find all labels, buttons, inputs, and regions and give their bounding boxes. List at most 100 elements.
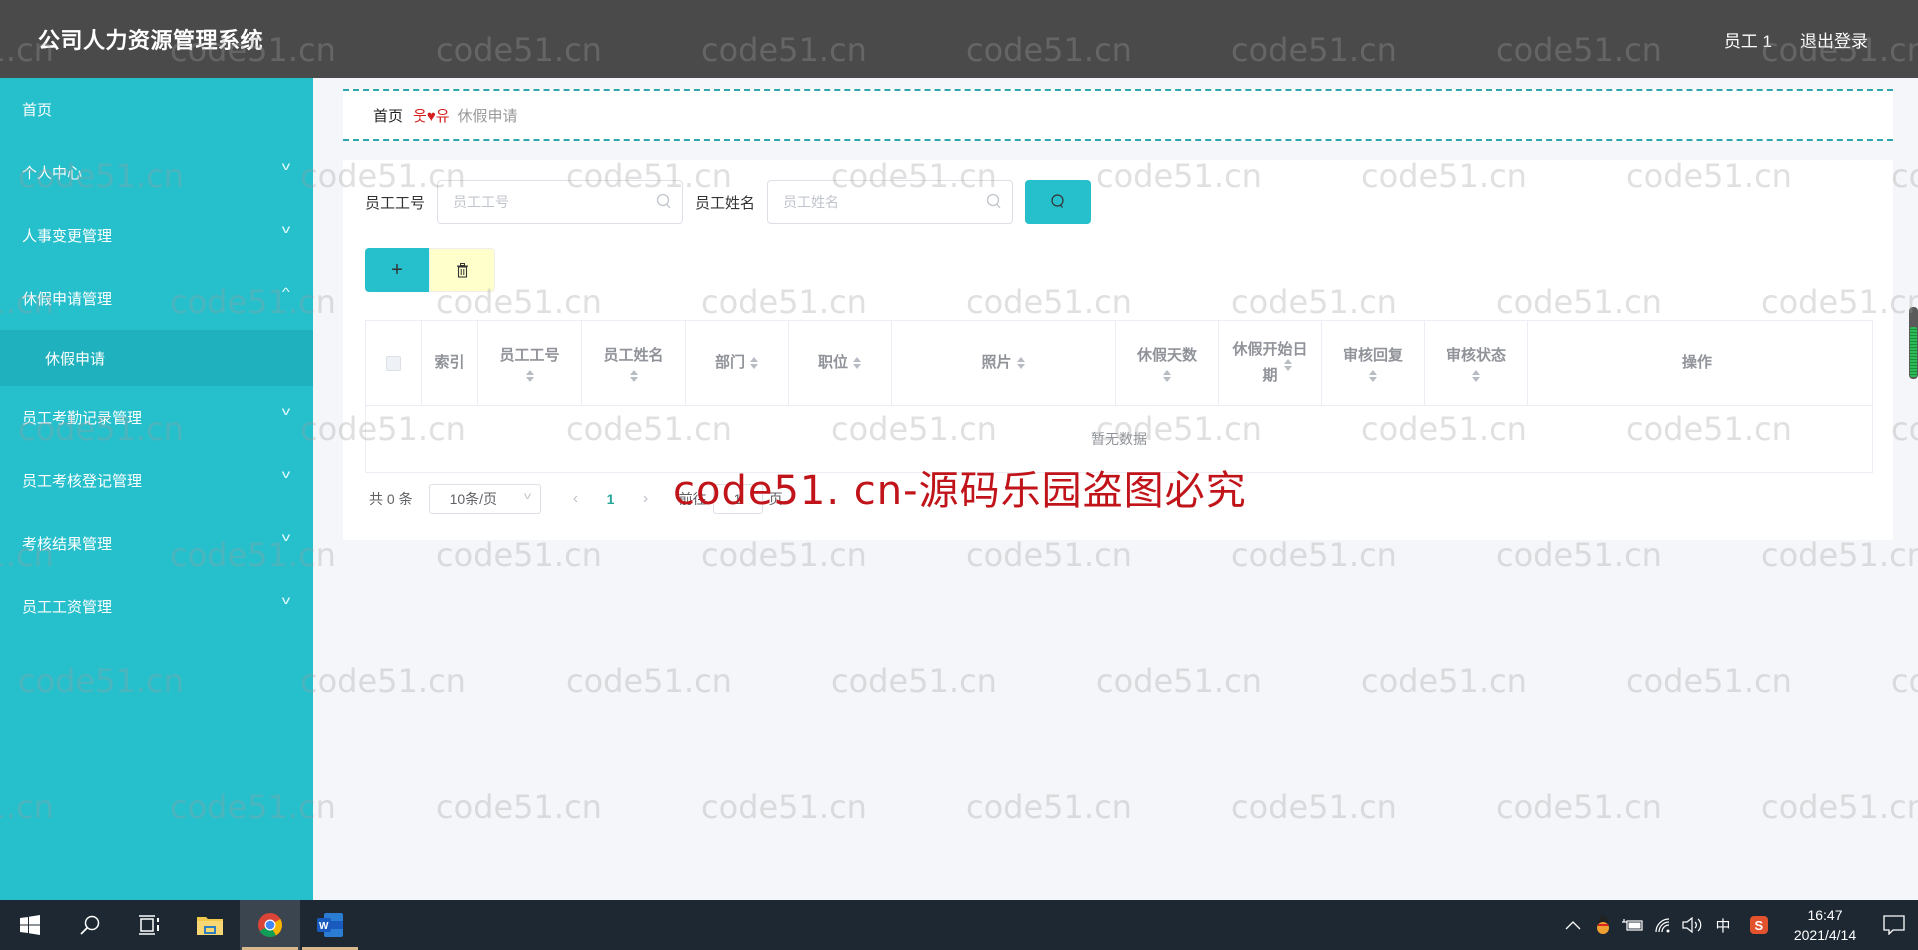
- qq-icon: [1597, 916, 1609, 934]
- search-icon: [656, 193, 671, 209]
- chevron-down-icon: v: [281, 404, 291, 418]
- svg-text:S: S: [1755, 918, 1764, 933]
- sidebar-item-salary[interactable]: 员工工资管理 v: [0, 575, 313, 638]
- page-number[interactable]: 1: [591, 491, 631, 507]
- search-icon: [80, 915, 100, 935]
- col-label: 职位: [817, 354, 848, 371]
- sidebar-item-label: 员工工资管理: [22, 599, 113, 616]
- sort-icon[interactable]: [629, 369, 639, 383]
- wifi-icon: [1655, 918, 1670, 933]
- delete-button[interactable]: [429, 248, 495, 292]
- plus-icon: +: [391, 258, 403, 281]
- search-button[interactable]: [1025, 180, 1092, 224]
- col-label: 审核回复: [1342, 347, 1403, 364]
- chevron-down-icon: v: [281, 530, 291, 544]
- clock-time: 16:47: [1807, 907, 1843, 923]
- ime-indicator[interactable]: 中: [1708, 900, 1738, 950]
- svg-text:W: W: [319, 921, 329, 932]
- sogou-tray-icon[interactable]: S: [1744, 900, 1774, 950]
- sidebar-item-leave-management[interactable]: 休假申请管理 ^: [0, 267, 313, 330]
- page-size-value: 10条/页: [449, 491, 498, 507]
- sidebar-subitem-label: 休假申请: [45, 350, 106, 368]
- file-explorer-button[interactable]: [180, 900, 240, 950]
- col-label: 索引: [434, 354, 465, 371]
- show-hidden-icons-button[interactable]: [1558, 900, 1588, 950]
- breadcrumb-home[interactable]: 首页: [373, 105, 403, 126]
- col-photo[interactable]: 照片: [892, 321, 1116, 405]
- sort-icon[interactable]: [1471, 369, 1481, 383]
- scroll-indicator[interactable]: [1909, 307, 1918, 379]
- action-center-button[interactable]: [1870, 900, 1918, 950]
- sort-icon[interactable]: [1162, 369, 1172, 383]
- sidebar-item-assessment-results[interactable]: 考核结果管理 v: [0, 512, 313, 575]
- col-label: 休假开始日期: [1232, 341, 1308, 384]
- col-label: 照片: [981, 354, 1012, 371]
- top-header: 公司人力资源管理系统 员工 1 退出登录: [0, 0, 1918, 78]
- col-leave-start-date[interactable]: 休假开始日期: [1219, 321, 1322, 405]
- col-employee-id[interactable]: 员工工号: [478, 321, 582, 405]
- chevron-down-icon: v: [281, 467, 291, 481]
- battery-tray-icon[interactable]: [1618, 900, 1648, 950]
- search-icon: [1051, 194, 1064, 208]
- volume-tray-icon[interactable]: [1678, 900, 1708, 950]
- col-department[interactable]: 部门: [686, 321, 789, 405]
- sidebar-item-label: 员工考核登记管理: [22, 473, 143, 490]
- employee-name-label: 员工姓名: [695, 194, 756, 212]
- sidebar-subitem-leave-application[interactable]: 休假申请: [0, 330, 313, 386]
- notification-icon: [1883, 915, 1905, 935]
- empty-text: 暂无数据: [1091, 431, 1147, 447]
- sidebar-item-home[interactable]: 首页: [0, 78, 313, 141]
- total-count: 共 0 条: [369, 491, 413, 507]
- clock[interactable]: 16:47 2021/4/14: [1780, 905, 1870, 945]
- prev-page-button[interactable]: ‹: [561, 490, 591, 508]
- breadcrumb-current: 休假申请: [457, 107, 518, 125]
- qq-tray-icon[interactable]: [1588, 900, 1618, 950]
- current-user[interactable]: 员工 1: [1724, 27, 1772, 52]
- employee-name-field: [767, 180, 1014, 224]
- add-button[interactable]: +: [365, 248, 429, 292]
- chevron-down-icon: v: [281, 159, 291, 173]
- word-button[interactable]: W: [300, 900, 360, 950]
- word-icon: W: [317, 913, 343, 937]
- task-view-icon: [139, 915, 159, 935]
- col-employee-name[interactable]: 员工姓名: [582, 321, 686, 405]
- col-label: 部门: [714, 354, 745, 371]
- sidebar-item-assessment-registration[interactable]: 员工考核登记管理 v: [0, 449, 313, 512]
- chevron-up-icon: [1565, 921, 1581, 930]
- next-page-button[interactable]: ›: [631, 490, 661, 508]
- folder-icon: [197, 917, 223, 935]
- select-all-checkbox[interactable]: [386, 355, 401, 371]
- sort-icon[interactable]: [525, 369, 535, 383]
- col-label: 审核状态: [1445, 347, 1506, 364]
- logout-link[interactable]: 退出登录: [1800, 27, 1868, 52]
- col-index: 索引: [422, 321, 478, 405]
- sort-icon[interactable]: [852, 356, 862, 370]
- col-review-reply[interactable]: 审核回复: [1322, 321, 1425, 405]
- col-leave-days[interactable]: 休假天数: [1116, 321, 1219, 405]
- sort-icon[interactable]: [1016, 356, 1026, 370]
- sort-icon[interactable]: [1368, 369, 1378, 383]
- taskbar-search-button[interactable]: [60, 900, 120, 950]
- taskbar: W 中 S 16:47 2021/4/14: [0, 900, 1918, 950]
- clock-date: 2021/4/14: [1793, 927, 1857, 943]
- employee-id-input[interactable]: [438, 181, 683, 223]
- chrome-button[interactable]: [240, 900, 300, 950]
- sidebar-item-label: 个人中心: [22, 165, 83, 182]
- sort-icon[interactable]: [749, 356, 759, 370]
- employee-name-input[interactable]: [768, 181, 1013, 223]
- page-size-select[interactable]: 10条/页 v: [428, 484, 541, 514]
- sidebar-item-personnel-change[interactable]: 人事变更管理 v: [0, 204, 313, 267]
- task-view-button[interactable]: [120, 900, 180, 950]
- sogou-icon: S: [1750, 916, 1768, 934]
- sidebar-item-attendance[interactable]: 员工考勤记录管理 v: [0, 386, 313, 449]
- start-button[interactable]: [0, 900, 60, 950]
- chrome-icon: [258, 913, 282, 938]
- col-review-status[interactable]: 审核状态: [1425, 321, 1528, 405]
- col-label: 员工工号: [499, 347, 560, 364]
- sidebar-item-personal-center[interactable]: 个人中心 v: [0, 141, 313, 204]
- col-position[interactable]: 职位: [789, 321, 892, 405]
- chevron-down-icon: v: [281, 593, 291, 607]
- sidebar-item-label: 休假申请管理: [22, 291, 113, 308]
- network-tray-icon[interactable]: [1648, 900, 1678, 950]
- trash-icon: [456, 262, 468, 278]
